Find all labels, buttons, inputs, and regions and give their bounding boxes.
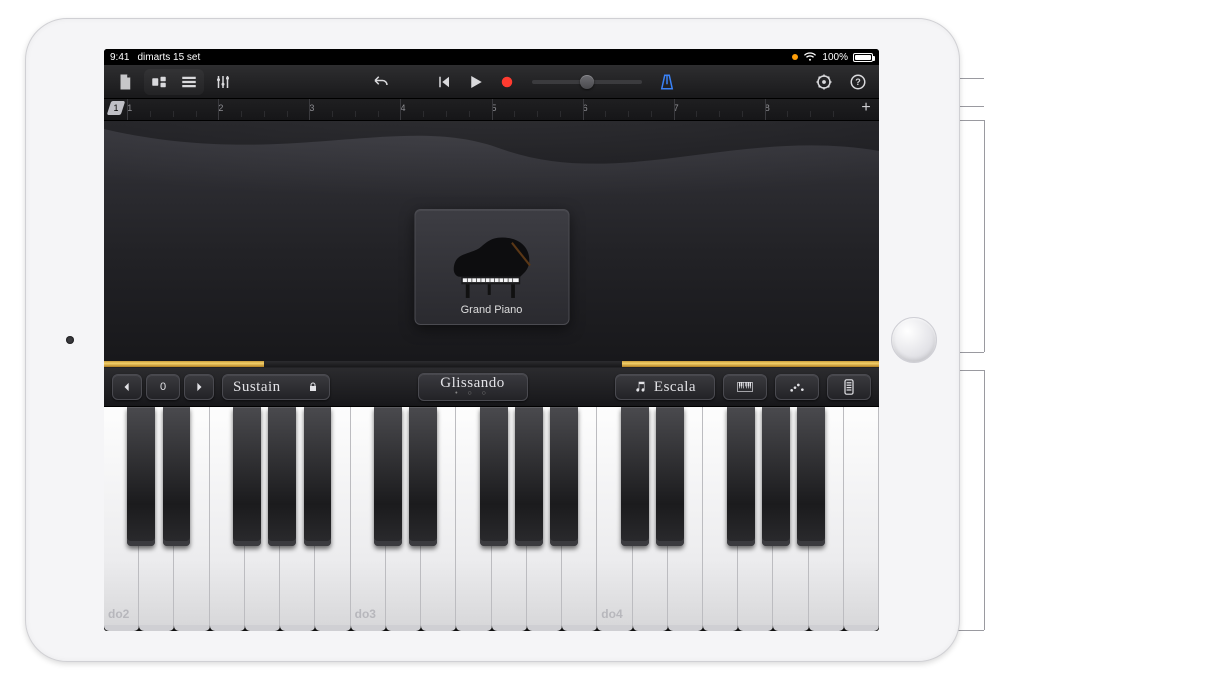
- grand-piano-icon: [446, 236, 538, 304]
- record-button[interactable]: [492, 69, 522, 95]
- octave-down-button[interactable]: [112, 374, 142, 400]
- svg-text:?: ?: [855, 77, 861, 87]
- keyboard-icon: [841, 379, 857, 395]
- battery-percent: 100%: [822, 52, 848, 63]
- instrument-selector[interactable]: Grand Piano: [414, 209, 569, 325]
- scale-button[interactable]: Escala: [615, 374, 715, 400]
- keyboard-controls: 0 Sustain Glissando • ○ ○ Escala: [104, 367, 879, 407]
- track-controls-button[interactable]: [208, 69, 238, 95]
- black-key[interactable]: [233, 407, 261, 546]
- black-key[interactable]: [163, 407, 191, 546]
- play-button[interactable]: [460, 69, 490, 95]
- recording-indicator-icon: [792, 54, 798, 60]
- octave-value: 0: [146, 374, 180, 400]
- ipad-device-frame: 9:41 dimarts 15 set 100%: [25, 18, 960, 662]
- annotation-line: [984, 370, 985, 630]
- black-key[interactable]: [550, 407, 578, 546]
- instrument-name: Grand Piano: [461, 304, 523, 316]
- undo-button[interactable]: [366, 69, 396, 95]
- status-date: dimarts 15 set: [137, 52, 200, 63]
- white-key[interactable]: [844, 407, 879, 631]
- home-button[interactable]: [891, 317, 937, 363]
- octave-group: 0: [112, 374, 214, 400]
- timeline-ruler[interactable]: 1 + 12345678: [104, 99, 879, 121]
- instrument-area: Grand Piano: [104, 121, 879, 361]
- black-key[interactable]: [268, 407, 296, 546]
- keyboard-layout-button[interactable]: [723, 374, 767, 400]
- piano-lid-wave: [104, 121, 879, 181]
- help-button[interactable]: ?: [843, 69, 873, 95]
- black-key[interactable]: [480, 407, 508, 546]
- arpeggiator-button[interactable]: [775, 374, 819, 400]
- piano-keyboard[interactable]: do2 do3 do4: [104, 407, 879, 631]
- annotation-line: [984, 232, 985, 352]
- sustain-button[interactable]: Sustain: [222, 374, 330, 400]
- control-bar: ?: [104, 65, 879, 99]
- key-label: do2: [108, 607, 129, 621]
- black-key[interactable]: [515, 407, 543, 546]
- notes-icon: [634, 380, 648, 394]
- black-key[interactable]: [304, 407, 332, 546]
- key-label: do3: [355, 607, 376, 621]
- keyboard-layout-icon: [737, 379, 753, 395]
- screen: 9:41 dimarts 15 set 100%: [104, 49, 879, 631]
- keyboard-hinge: [104, 361, 879, 367]
- my-songs-button[interactable]: [110, 69, 140, 95]
- black-key[interactable]: [127, 407, 155, 546]
- black-key[interactable]: [762, 407, 790, 546]
- black-key[interactable]: [727, 407, 755, 546]
- section-marker[interactable]: 1: [107, 101, 126, 115]
- black-key[interactable]: [797, 407, 825, 546]
- go-to-beginning-button[interactable]: [428, 69, 458, 95]
- annotation-line: [984, 120, 985, 232]
- front-camera: [66, 336, 74, 344]
- lock-icon: [307, 381, 319, 393]
- glissando-button[interactable]: Glissando • ○ ○: [418, 373, 528, 401]
- black-key[interactable]: [409, 407, 437, 546]
- status-time: 9:41: [110, 52, 129, 63]
- octave-up-button[interactable]: [184, 374, 214, 400]
- status-bar: 9:41 dimarts 15 set 100%: [104, 49, 879, 65]
- view-toggle: [144, 69, 204, 95]
- wifi-icon: [803, 52, 817, 62]
- tracks-view-button[interactable]: [174, 69, 204, 95]
- metronome-button[interactable]: [652, 69, 682, 95]
- slider-knob-icon[interactable]: [580, 75, 594, 89]
- key-label: do4: [601, 607, 622, 621]
- keyboard-toggle-button[interactable]: [827, 374, 871, 400]
- black-key[interactable]: [621, 407, 649, 546]
- add-section-button[interactable]: +: [858, 101, 874, 117]
- browser-button[interactable]: [144, 69, 174, 95]
- battery-icon: [853, 53, 873, 62]
- black-key[interactable]: [374, 407, 402, 546]
- black-key[interactable]: [656, 407, 684, 546]
- master-volume-slider[interactable]: [532, 80, 642, 84]
- arpeggiator-icon: [789, 379, 805, 395]
- settings-button[interactable]: [809, 69, 839, 95]
